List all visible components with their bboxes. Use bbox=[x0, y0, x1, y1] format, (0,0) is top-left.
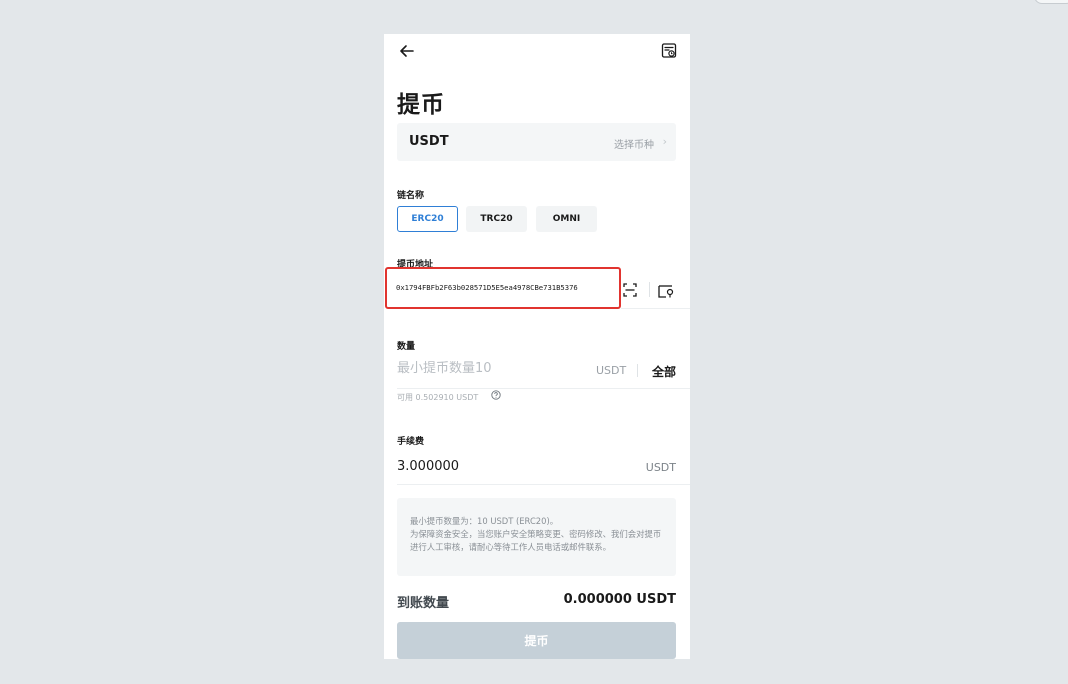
notice-line-security: 为保障资金安全，当您账户安全策略变更、密码修改、我们会对提币进行人工审核，请耐心… bbox=[410, 529, 662, 552]
notice-line-min: 最小提币数量为：10 USDT (ERC20)。 bbox=[410, 516, 559, 526]
address-divider bbox=[649, 282, 650, 297]
fee-unit: USDT bbox=[645, 461, 676, 474]
amount-input[interactable] bbox=[397, 361, 577, 376]
coin-selector[interactable]: USDT 选择币种 › bbox=[397, 123, 676, 161]
withdraw-notice: 最小提币数量为：10 USDT (ERC20)。 为保障资金安全，当您账户安全策… bbox=[397, 498, 676, 576]
withdraw-screen: 提币 USDT 选择币种 › 链名称 ERC20 TRC20 OMNI 提币地址… bbox=[384, 34, 690, 659]
chain-option-erc20[interactable]: ERC20 bbox=[397, 206, 458, 232]
amount-divider bbox=[637, 364, 638, 377]
fee-underline bbox=[397, 484, 690, 485]
arrow-left-icon[interactable] bbox=[398, 42, 416, 60]
window-corner-handle bbox=[1034, 0, 1068, 4]
amount-underline bbox=[397, 388, 690, 389]
withdraw-submit-button[interactable]: 提币 bbox=[397, 622, 676, 659]
receive-amount-label: 到账数量 bbox=[397, 596, 450, 611]
chain-option-trc20[interactable]: TRC20 bbox=[466, 206, 527, 232]
selected-coin: USDT bbox=[409, 134, 449, 149]
select-coin-hint: 选择币种 bbox=[614, 140, 654, 151]
chain-option-omni[interactable]: OMNI bbox=[536, 206, 597, 232]
amount-unit: USDT bbox=[596, 364, 627, 377]
withdraw-record-icon[interactable] bbox=[660, 42, 678, 60]
chevron-right-icon: › bbox=[662, 135, 667, 148]
amount-label: 数量 bbox=[397, 342, 416, 352]
fee-value: 3.000000 bbox=[397, 459, 460, 474]
chain-label: 链名称 bbox=[397, 191, 425, 201]
available-balance: 可用 0.502910 USDT bbox=[397, 393, 479, 402]
question-circle-icon[interactable] bbox=[491, 390, 501, 400]
top-bar bbox=[384, 34, 690, 68]
page-title: 提币 bbox=[397, 92, 445, 118]
address-book-icon[interactable] bbox=[657, 283, 675, 299]
address-underline bbox=[621, 308, 690, 309]
receive-amount-value: 0.000000 USDT bbox=[563, 592, 676, 607]
scan-icon[interactable] bbox=[622, 282, 638, 298]
address-input[interactable]: 0x1794FBFb2F63b028571D5E5ea4978CBe731B53… bbox=[396, 283, 578, 292]
fee-label: 手续费 bbox=[397, 437, 425, 447]
all-amount-button[interactable]: 全部 bbox=[652, 363, 676, 380]
